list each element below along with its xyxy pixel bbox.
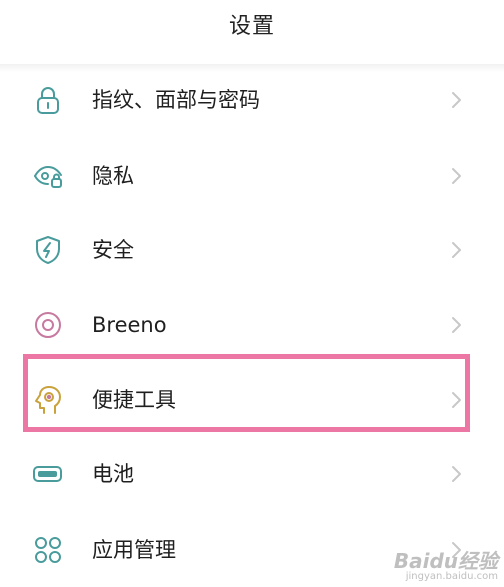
chevron-right-icon	[446, 166, 466, 186]
settings-item-convenience-tools[interactable]: 便捷工具	[0, 364, 504, 436]
battery-icon	[32, 458, 64, 490]
settings-item-security[interactable]: 安全	[0, 214, 504, 286]
chevron-right-icon	[446, 390, 466, 410]
settings-item-label: 便捷工具	[92, 388, 176, 412]
app-grid-icon	[32, 534, 64, 566]
chevron-right-icon	[446, 315, 466, 335]
settings-item-battery[interactable]: 电池	[0, 438, 504, 510]
head-bulb-icon	[32, 384, 64, 416]
settings-item-label: 电池	[92, 462, 134, 486]
chevron-right-icon	[446, 464, 466, 484]
lock-icon	[32, 84, 64, 116]
settings-item-label: 应用管理	[92, 538, 176, 562]
watermark-url: jingyan.baidu.com	[405, 571, 498, 582]
settings-item-label: 安全	[92, 238, 134, 262]
settings-item-breeno[interactable]: Breeno	[0, 289, 504, 361]
shield-bolt-icon	[32, 234, 64, 266]
chevron-right-icon	[446, 240, 466, 260]
settings-item-label: 隐私	[92, 164, 134, 188]
settings-item-fingerprint-face-password[interactable]: 指纹、面部与密码	[0, 64, 504, 136]
settings-item-privacy[interactable]: 隐私	[0, 140, 504, 212]
page-title: 设置	[228, 14, 275, 39]
breeno-icon	[32, 309, 64, 341]
privacy-eye-icon	[32, 160, 64, 192]
watermark: Baidu经验 jingyan.baidu.com	[394, 551, 498, 583]
settings-item-label: Breeno	[92, 313, 167, 337]
chevron-right-icon	[446, 90, 466, 110]
watermark-logo: Baidu经验	[393, 549, 498, 573]
header-bar: 设置	[0, 0, 504, 64]
settings-item-label: 指纹、面部与密码	[92, 88, 260, 112]
